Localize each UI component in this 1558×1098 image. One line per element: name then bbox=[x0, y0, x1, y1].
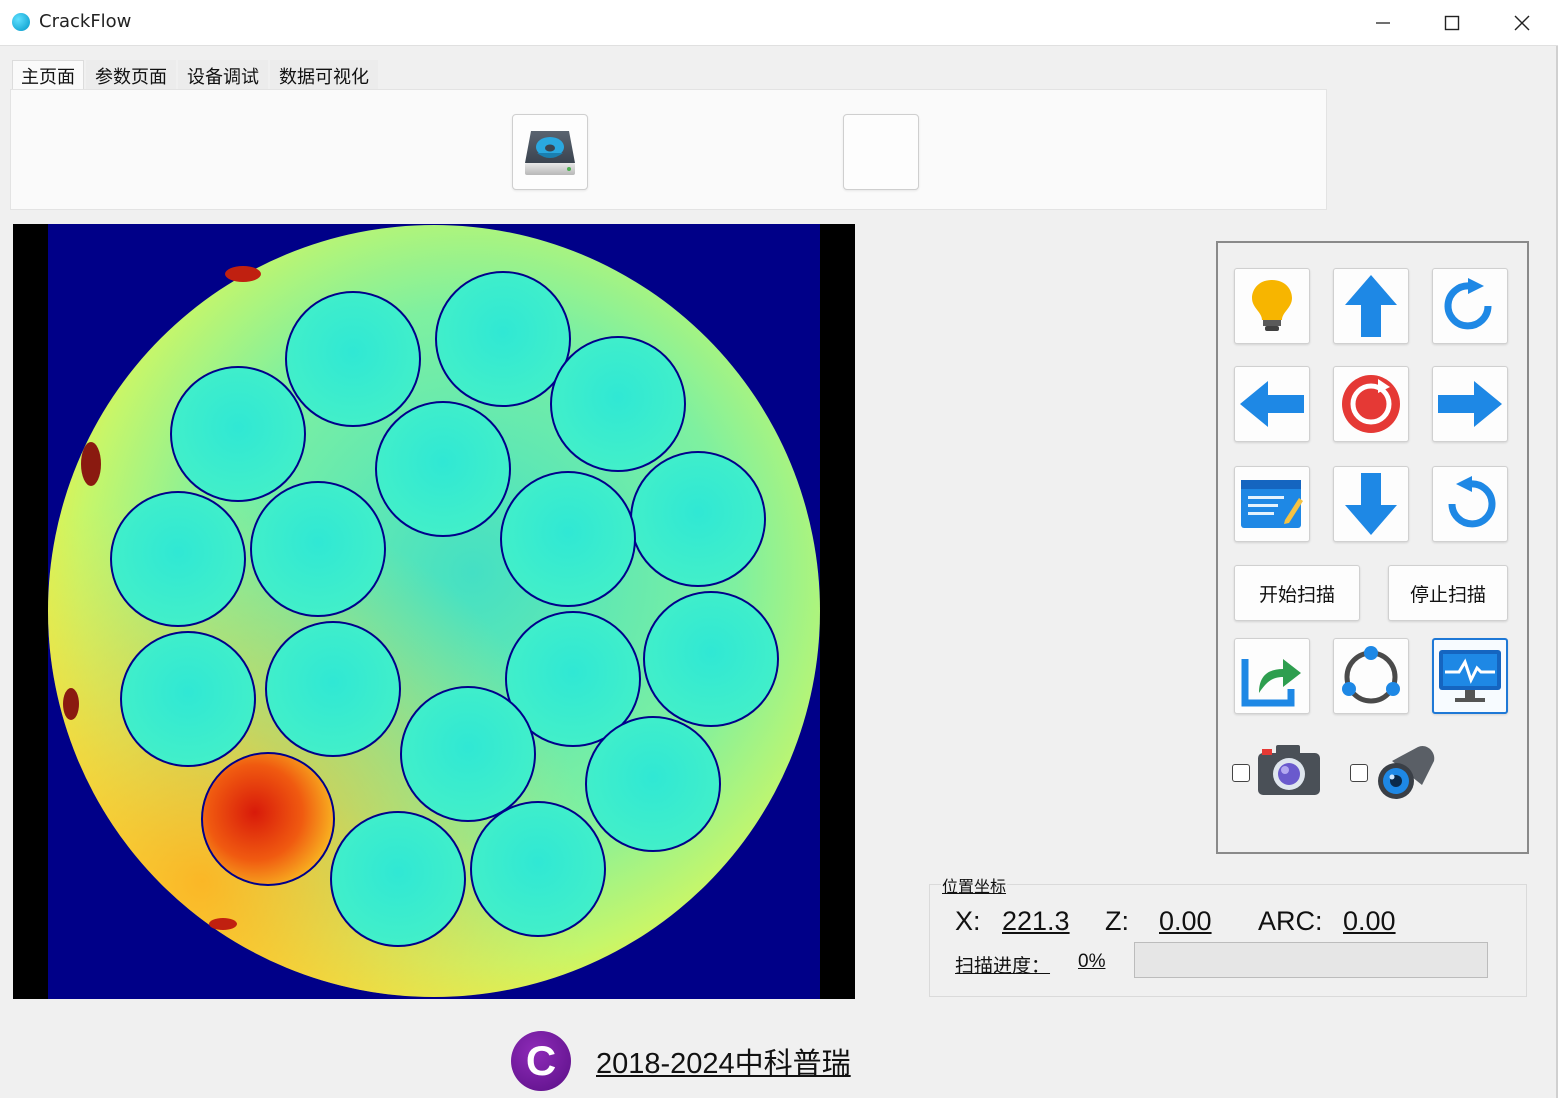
window-title: CrackFlow bbox=[39, 11, 132, 32]
z-value: 0.00 bbox=[1159, 906, 1212, 936]
network-button[interactable] bbox=[1333, 638, 1409, 714]
tab-device-debug[interactable]: 设备调试 bbox=[178, 60, 268, 90]
title-bar: CrackFlow bbox=[0, 0, 1558, 46]
tab-main-page[interactable]: 主页面 bbox=[12, 60, 84, 90]
move-right-button[interactable] bbox=[1432, 366, 1508, 442]
tab-data-visualization[interactable]: 数据可视化 bbox=[270, 60, 378, 90]
export-icon bbox=[1241, 659, 1301, 707]
stop-scan-button[interactable]: 停止扫描 bbox=[1388, 565, 1508, 621]
toolbar-panel bbox=[10, 89, 1327, 210]
rotate-counterclockwise-icon bbox=[1448, 476, 1496, 528]
move-down-button[interactable] bbox=[1333, 466, 1409, 542]
monitor-button[interactable] bbox=[1432, 638, 1508, 714]
arrow-down-icon bbox=[1345, 473, 1397, 535]
company-logo: C bbox=[511, 1031, 571, 1091]
camera-icon-wrap bbox=[1256, 741, 1322, 803]
scope-icon-wrap bbox=[1374, 741, 1440, 807]
blank-button[interactable] bbox=[843, 114, 919, 190]
light-bulb-icon bbox=[1252, 280, 1292, 331]
arrow-right-icon bbox=[1438, 381, 1502, 427]
minimize-button[interactable] bbox=[1359, 6, 1407, 40]
tab-parameters[interactable]: 参数页面 bbox=[86, 60, 176, 90]
start-scan-button[interactable]: 开始扫描 bbox=[1234, 565, 1360, 621]
arc-value: 0.00 bbox=[1343, 906, 1396, 936]
export-button[interactable] bbox=[1234, 638, 1310, 714]
arc-label: ARC: bbox=[1258, 906, 1323, 936]
tab-bar: 主页面 参数页面 设备调试 数据可视化 bbox=[12, 60, 380, 90]
scope-lens-icon bbox=[1378, 745, 1435, 799]
app-logo-icon bbox=[12, 13, 30, 31]
z-label: Z: bbox=[1105, 906, 1129, 936]
camera-checkbox[interactable] bbox=[1232, 764, 1250, 782]
maximize-icon bbox=[1444, 15, 1460, 31]
monitor-waveform-icon bbox=[1439, 650, 1501, 702]
stop-reset-icon bbox=[1342, 375, 1400, 433]
move-left-button[interactable] bbox=[1234, 366, 1310, 442]
move-up-button[interactable] bbox=[1333, 268, 1409, 344]
x-value: 221.3 bbox=[1002, 906, 1070, 936]
scope-checkbox[interactable] bbox=[1350, 764, 1368, 782]
arrow-left-icon bbox=[1240, 381, 1304, 427]
network-nodes-icon bbox=[1342, 646, 1400, 704]
camera-icon bbox=[1258, 745, 1320, 795]
disk-drive-button[interactable] bbox=[512, 114, 588, 190]
scan-progress-label: 扫描进度： bbox=[955, 955, 1051, 977]
maximize-button[interactable] bbox=[1428, 6, 1476, 40]
heatmap-image bbox=[48, 224, 820, 999]
arrow-up-icon bbox=[1345, 275, 1397, 337]
scan-progress-bar bbox=[1134, 942, 1488, 978]
notes-edit-icon bbox=[1241, 480, 1303, 528]
copyright-text: 2018-2024中科普瑞 bbox=[596, 1048, 851, 1080]
close-button[interactable] bbox=[1498, 6, 1546, 40]
stop-reset-button[interactable] bbox=[1333, 366, 1409, 442]
position-group bbox=[929, 884, 1527, 997]
notes-button[interactable] bbox=[1234, 466, 1310, 542]
light-button[interactable] bbox=[1234, 268, 1310, 344]
rotate-counterclockwise-button[interactable] bbox=[1432, 466, 1508, 542]
scan-progress-value: 0% bbox=[1078, 951, 1106, 972]
disk-drive-icon bbox=[525, 131, 575, 175]
close-icon bbox=[1514, 15, 1530, 31]
minimize-icon bbox=[1376, 22, 1390, 24]
motion-control-panel: 开始扫描 停止扫描 bbox=[1216, 241, 1529, 854]
x-label: X: bbox=[955, 906, 981, 936]
position-group-title: 位置坐标 bbox=[941, 873, 1008, 897]
scan-image-view bbox=[13, 224, 855, 999]
rotate-clockwise-icon bbox=[1444, 278, 1492, 330]
rotate-clockwise-button[interactable] bbox=[1432, 268, 1508, 344]
